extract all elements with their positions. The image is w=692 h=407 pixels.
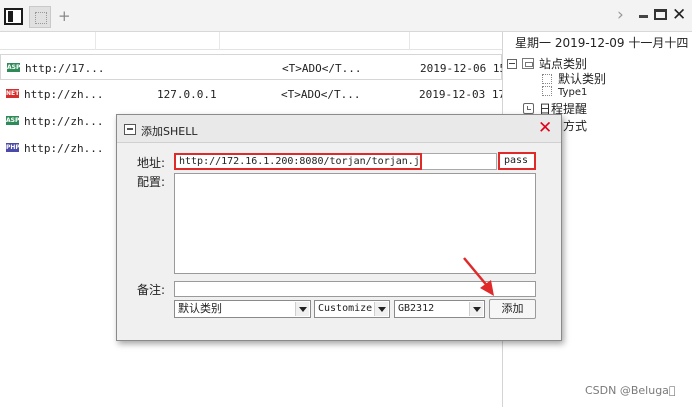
tree-label: Type1 <box>558 87 588 98</box>
encoding-select[interactable]: GB2312 <box>394 300 485 318</box>
asp-type-icon: ASP <box>6 116 20 125</box>
list-item[interactable]: ASP http://17... <T>ADO</T... 2019-12-06… <box>0 54 513 80</box>
category-select[interactable]: 默认类别 <box>174 300 311 318</box>
list-item[interactable]: NET http://zh... 127.0.0.1 <T>ADO</T... … <box>0 81 512 107</box>
address-input[interactable]: http://172.16.1.200:8080/torjan/torjan.j… <box>174 153 422 170</box>
column-header[interactable] <box>0 32 96 50</box>
chevron-down-icon[interactable] <box>295 302 309 316</box>
shell-ip: 127.0.0.1 <box>157 88 217 101</box>
tree-label: 方式 <box>563 119 588 133</box>
mode-select[interactable]: Customize <box>314 300 390 318</box>
tree-item-type1[interactable]: Type1 <box>542 86 587 98</box>
shell-info: <T>ADO</T... <box>282 62 362 75</box>
close-icon[interactable]: ✕ <box>538 118 552 138</box>
password-input[interactable]: pass <box>498 152 536 170</box>
minimize-button[interactable] <box>639 15 648 18</box>
tree-label: 站点类别 <box>539 57 588 71</box>
shell-url: http://17... <box>25 62 105 75</box>
dialog-titlebar[interactable]: 添加SHELL ✕ <box>117 115 561 143</box>
active-tab-icon[interactable] <box>4 8 23 25</box>
php-type-icon: PHP <box>6 143 20 152</box>
window-icon <box>124 124 136 135</box>
tree-label: 默认类别 <box>558 72 607 86</box>
chevron-down-icon[interactable] <box>374 302 388 316</box>
second-tab-icon[interactable] <box>29 6 51 28</box>
note-label: 备注: <box>137 283 166 297</box>
column-header[interactable] <box>96 32 220 50</box>
tab-bar: + › ✕ <box>0 0 692 32</box>
net-type-icon: NET <box>6 89 20 98</box>
encoding-select-value: GB2312 <box>398 303 435 314</box>
column-header[interactable] <box>220 32 410 50</box>
add-button[interactable]: 添加 <box>489 299 536 319</box>
date-display: 星期一 2019-12-09 十一月十四 <box>515 36 689 50</box>
chevron-right-icon[interactable]: › <box>617 5 624 25</box>
list-header <box>0 32 502 50</box>
category-icon <box>542 86 552 96</box>
collapse-icon[interactable] <box>507 59 517 69</box>
watermark: CSDN @Beluga  <box>585 384 676 397</box>
calendar-icon <box>523 103 534 114</box>
asp-type-icon: ASP <box>7 63 21 72</box>
category-select-value: 默认类别 <box>178 302 222 315</box>
category-icon <box>542 74 552 84</box>
annotation-arrow-icon <box>463 257 494 296</box>
add-tab-button[interactable]: + <box>58 7 71 25</box>
shell-date: 2019-12-06 15: <box>420 62 513 75</box>
dialog-title: 添加SHELL <box>141 125 198 138</box>
shell-date: 2019-12-03 17: <box>419 88 512 101</box>
column-header[interactable] <box>410 32 502 50</box>
shell-url: http://zh... <box>24 142 104 155</box>
add-shell-dialog: 添加SHELL ✕ 地址: http://172.16.1.200:8080/t… <box>116 114 562 341</box>
config-label: 配置: <box>137 175 166 189</box>
tree-item-default-category[interactable]: 默认类别 <box>542 70 606 87</box>
tree-item-other[interactable]: 方式 <box>563 117 587 134</box>
folder-icon <box>522 58 534 69</box>
shell-info: <T>ADO</T... <box>281 88 361 101</box>
chevron-down-icon[interactable] <box>469 302 483 316</box>
close-window-button[interactable]: ✕ <box>672 5 686 25</box>
address-input-extension[interactable] <box>422 153 497 170</box>
address-label: 地址: <box>137 156 166 170</box>
shell-url: http://zh... <box>24 115 104 128</box>
mode-select-value: Customize <box>318 303 373 314</box>
shell-url: http://zh... <box>24 88 104 101</box>
maximize-button[interactable] <box>654 9 667 20</box>
